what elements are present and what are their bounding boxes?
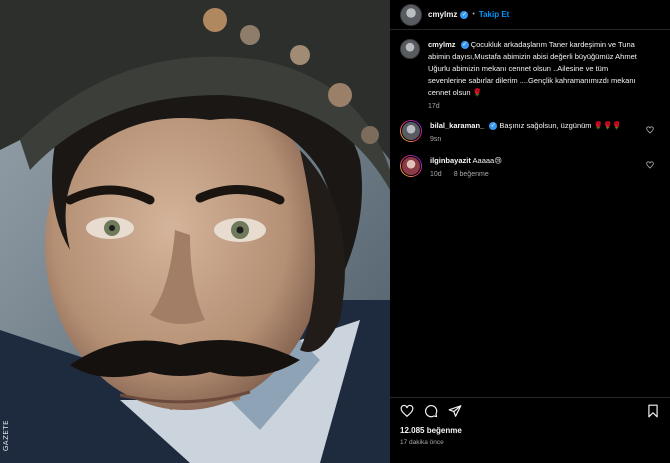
heart-icon[interactable] <box>400 404 414 418</box>
comment-icon[interactable] <box>424 404 438 418</box>
verified-icon: ✓ <box>489 122 498 131</box>
caption: cmylmz ✓ Çocukluk arkadaşlarım Taner kar… <box>400 39 660 110</box>
avatar[interactable] <box>401 156 421 176</box>
comment-text: Aaaaa😢 <box>472 156 503 165</box>
comment-likes[interactable]: 8 beğenme <box>454 171 489 178</box>
like-count[interactable]: 12.085 beğenme <box>400 426 462 435</box>
post-author-username[interactable]: cmylmz <box>428 10 457 19</box>
avatar[interactable] <box>401 121 421 141</box>
comment-username[interactable]: ilginbayazit <box>430 156 471 165</box>
action-bar <box>390 397 670 423</box>
post-side-panel: cmylmz ✓ • Takip Et cmylmz ✓ Çocukluk ar… <box>390 0 670 463</box>
heart-icon[interactable] <box>646 126 654 134</box>
post-photo[interactable]: GAZETE <box>0 0 390 463</box>
comment-username[interactable]: bilal_karaman_ <box>430 121 484 130</box>
caption-username[interactable]: cmylmz <box>428 40 456 49</box>
avatar[interactable] <box>400 3 422 26</box>
comment-item: bilal_karaman_ ✓ Başınız sağolsun, üzgün… <box>400 120 660 143</box>
follow-button[interactable]: Takip Et <box>479 10 510 19</box>
share-icon[interactable] <box>448 404 462 418</box>
avatar[interactable] <box>400 39 420 59</box>
separator-dot: • <box>472 11 475 18</box>
caption-time: 17d <box>428 103 440 110</box>
story-ring[interactable] <box>400 155 422 177</box>
comment-item: ilginbayazit Aaaaa😢 10d 8 beğenme <box>400 155 660 178</box>
post-header: cmylmz ✓ • Takip Et <box>390 0 670 30</box>
caption-text: Çocukluk arkadaşlarım Taner kardeşimin v… <box>428 40 637 97</box>
verified-icon: ✓ <box>460 41 469 50</box>
comments-list: cmylmz ✓ Çocukluk arkadaşlarım Taner kar… <box>390 31 670 178</box>
photo-watermark: GAZETE <box>2 419 10 451</box>
verified-icon: ✓ <box>460 10 469 19</box>
bookmark-icon[interactable] <box>646 404 660 418</box>
comment-time: 10d <box>430 171 442 178</box>
post-timestamp: 17 dakika önce <box>400 439 444 446</box>
heart-icon[interactable] <box>646 161 654 169</box>
portrait-image <box>0 0 390 463</box>
story-ring[interactable] <box>400 120 422 142</box>
comment-text: Başınız sağolsun, üzgünüm 🌹🌹🌹 <box>499 121 622 130</box>
comment-time: 9sn <box>430 136 442 143</box>
